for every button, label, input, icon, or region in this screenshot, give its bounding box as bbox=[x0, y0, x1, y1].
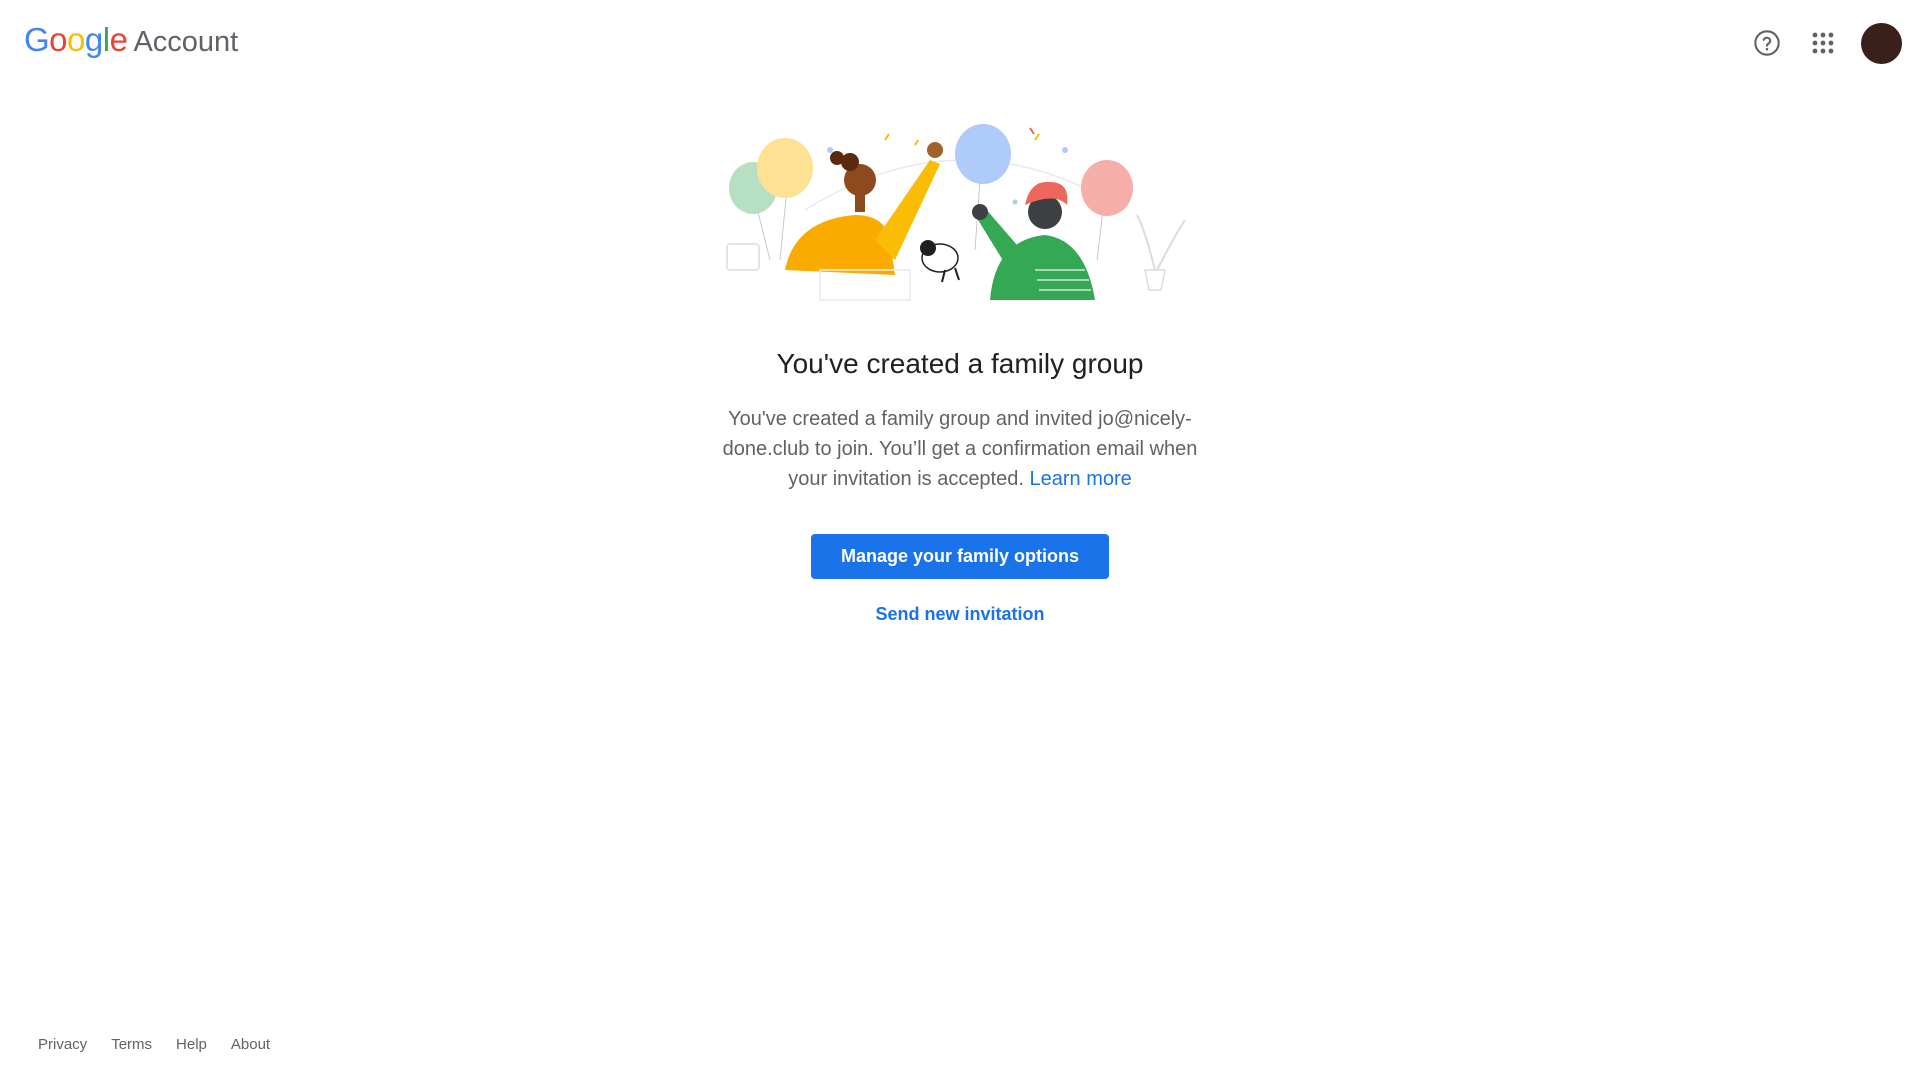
main-content: You've created a family group You've cre… bbox=[0, 120, 1920, 633]
confirmation-description: You've created a family group and invite… bbox=[710, 404, 1210, 494]
app-header: Google Account bbox=[0, 0, 1920, 80]
manage-family-options-button[interactable]: Manage your family options bbox=[810, 534, 1110, 579]
header-actions bbox=[1743, 19, 1902, 67]
footer-link-terms[interactable]: Terms bbox=[99, 1030, 164, 1059]
footer-link-privacy[interactable]: Privacy bbox=[26, 1030, 99, 1059]
apps-grid-icon bbox=[1812, 32, 1834, 54]
help-button[interactable] bbox=[1743, 19, 1791, 67]
brand-letter: G bbox=[24, 21, 50, 58]
google-account-logo[interactable]: Google Account bbox=[24, 22, 238, 60]
footer-link-about[interactable]: About bbox=[219, 1030, 282, 1059]
brand-letter: l bbox=[102, 21, 110, 58]
brand-letter: o bbox=[49, 21, 68, 58]
brand-letter: o bbox=[67, 21, 85, 58]
google-wordmark: Google bbox=[24, 21, 128, 58]
account-avatar[interactable] bbox=[1861, 22, 1902, 64]
page-title: You've created a family group bbox=[776, 348, 1144, 379]
family-celebration-illustration bbox=[726, 124, 1186, 301]
brand-letter: g bbox=[84, 21, 103, 58]
send-new-invitation-button[interactable]: Send new invitation bbox=[863, 595, 1056, 633]
help-circle-icon bbox=[1754, 30, 1780, 56]
footer-link-help[interactable]: Help bbox=[164, 1030, 219, 1059]
product-name: Account bbox=[133, 26, 239, 58]
brand-letter: e bbox=[109, 21, 128, 58]
learn-more-link[interactable]: Learn more bbox=[1029, 468, 1131, 490]
footer-links: Privacy Terms Help About bbox=[26, 1030, 282, 1059]
apps-button[interactable] bbox=[1799, 19, 1847, 67]
